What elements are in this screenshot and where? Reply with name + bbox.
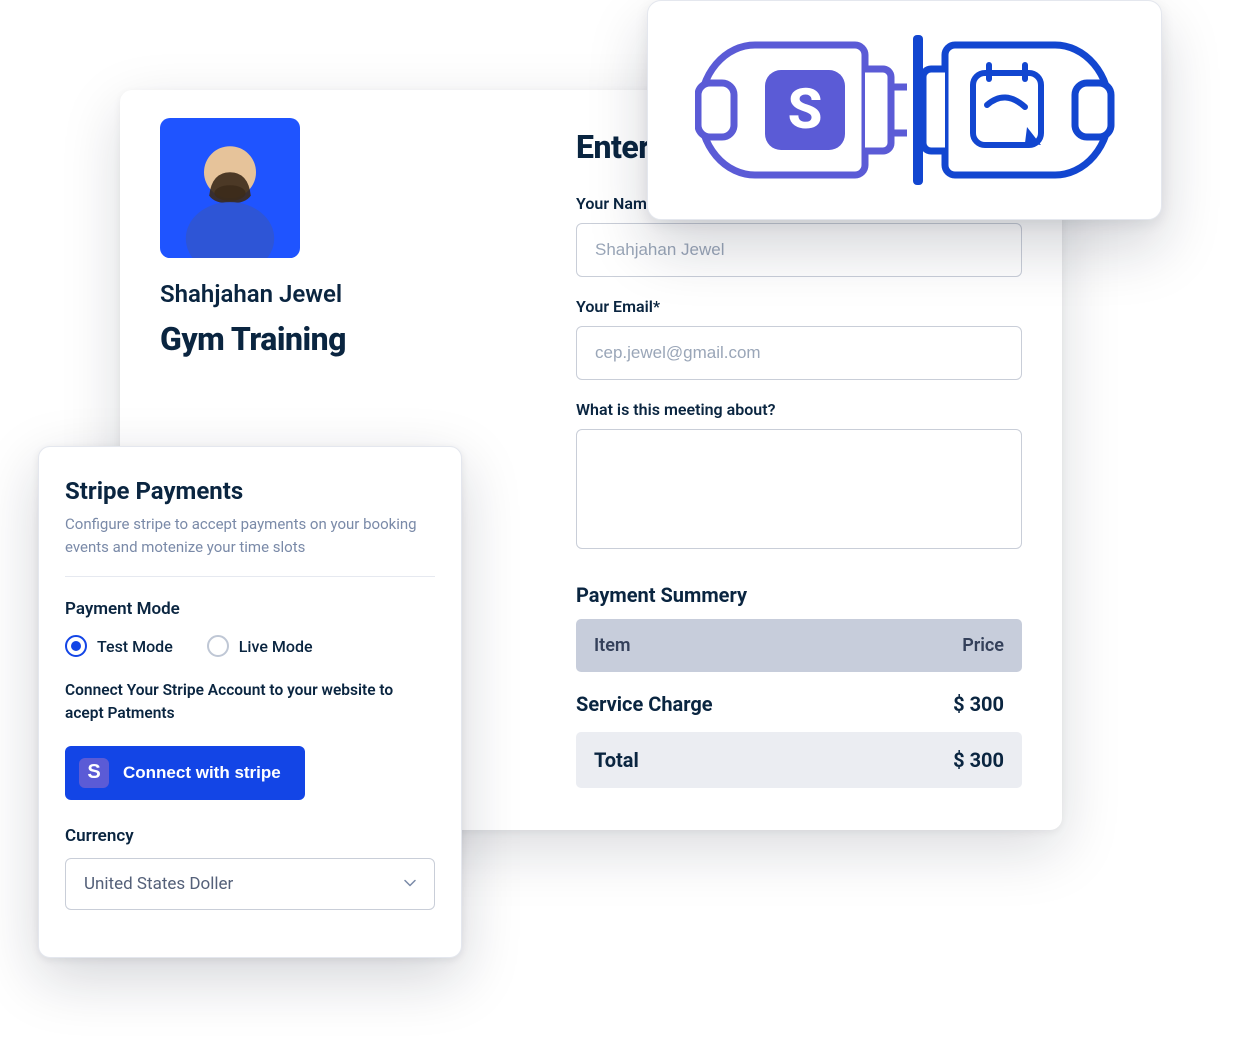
chevron-down-icon xyxy=(404,876,416,891)
stripe-description: Configure stripe to accept payments on y… xyxy=(65,513,435,558)
currency-value: United States Doller xyxy=(84,874,233,894)
currency-label: Currency xyxy=(65,826,435,846)
message-label: What is this meeting about? xyxy=(576,400,1022,419)
summary-total-row: Total $ 300 xyxy=(576,732,1022,788)
summary-line-label: Service Charge xyxy=(576,692,713,716)
live-mode-label: Live Mode xyxy=(239,637,313,656)
summary-col-price: Price xyxy=(962,635,1004,656)
name-input[interactable] xyxy=(576,223,1022,277)
connect-stripe-button[interactable]: S Connect with stripe xyxy=(65,746,305,800)
summary-header-row: Item Price xyxy=(576,619,1022,672)
integration-badge: S xyxy=(647,0,1162,220)
avatar xyxy=(160,118,300,258)
connect-button-label: Connect with stripe xyxy=(123,763,281,783)
profile-title: Gym Training xyxy=(160,320,530,358)
payment-mode-label: Payment Mode xyxy=(65,599,435,619)
stripe-payments-card: Stripe Payments Configure stripe to acce… xyxy=(38,446,462,958)
stripe-connect-text: Connect Your Stripe Account to your webs… xyxy=(65,679,435,726)
form-column: Enter Details Your Name* Your Email* Wha… xyxy=(530,118,1022,798)
payment-mode-radio-group: Test Mode Live Mode xyxy=(65,635,435,657)
stripe-title: Stripe Payments xyxy=(65,477,435,505)
summary-col-item: Item xyxy=(594,635,631,656)
divider xyxy=(65,576,435,577)
summary-total-label: Total xyxy=(594,748,639,772)
email-input[interactable] xyxy=(576,326,1022,380)
stripe-logo-icon: S xyxy=(79,758,109,788)
radio-icon xyxy=(65,635,87,657)
summary-line-price: $ 300 xyxy=(953,692,1004,716)
svg-text:S: S xyxy=(787,76,822,142)
live-mode-radio[interactable]: Live Mode xyxy=(207,635,313,657)
profile-name: Shahjahan Jewel xyxy=(160,280,530,308)
test-mode-radio[interactable]: Test Mode xyxy=(65,635,173,657)
currency-select[interactable]: United States Doller xyxy=(65,858,435,910)
test-mode-label: Test Mode xyxy=(97,637,173,656)
summary-total-price: $ 300 xyxy=(953,748,1004,772)
message-textarea[interactable] xyxy=(576,429,1022,549)
integration-illustration-icon: S xyxy=(695,25,1115,195)
radio-icon xyxy=(207,635,229,657)
email-label: Your Email* xyxy=(576,297,1022,316)
summary-heading: Payment Summery xyxy=(576,583,1022,607)
summary-line-charge: Service Charge $ 300 xyxy=(576,686,1022,732)
